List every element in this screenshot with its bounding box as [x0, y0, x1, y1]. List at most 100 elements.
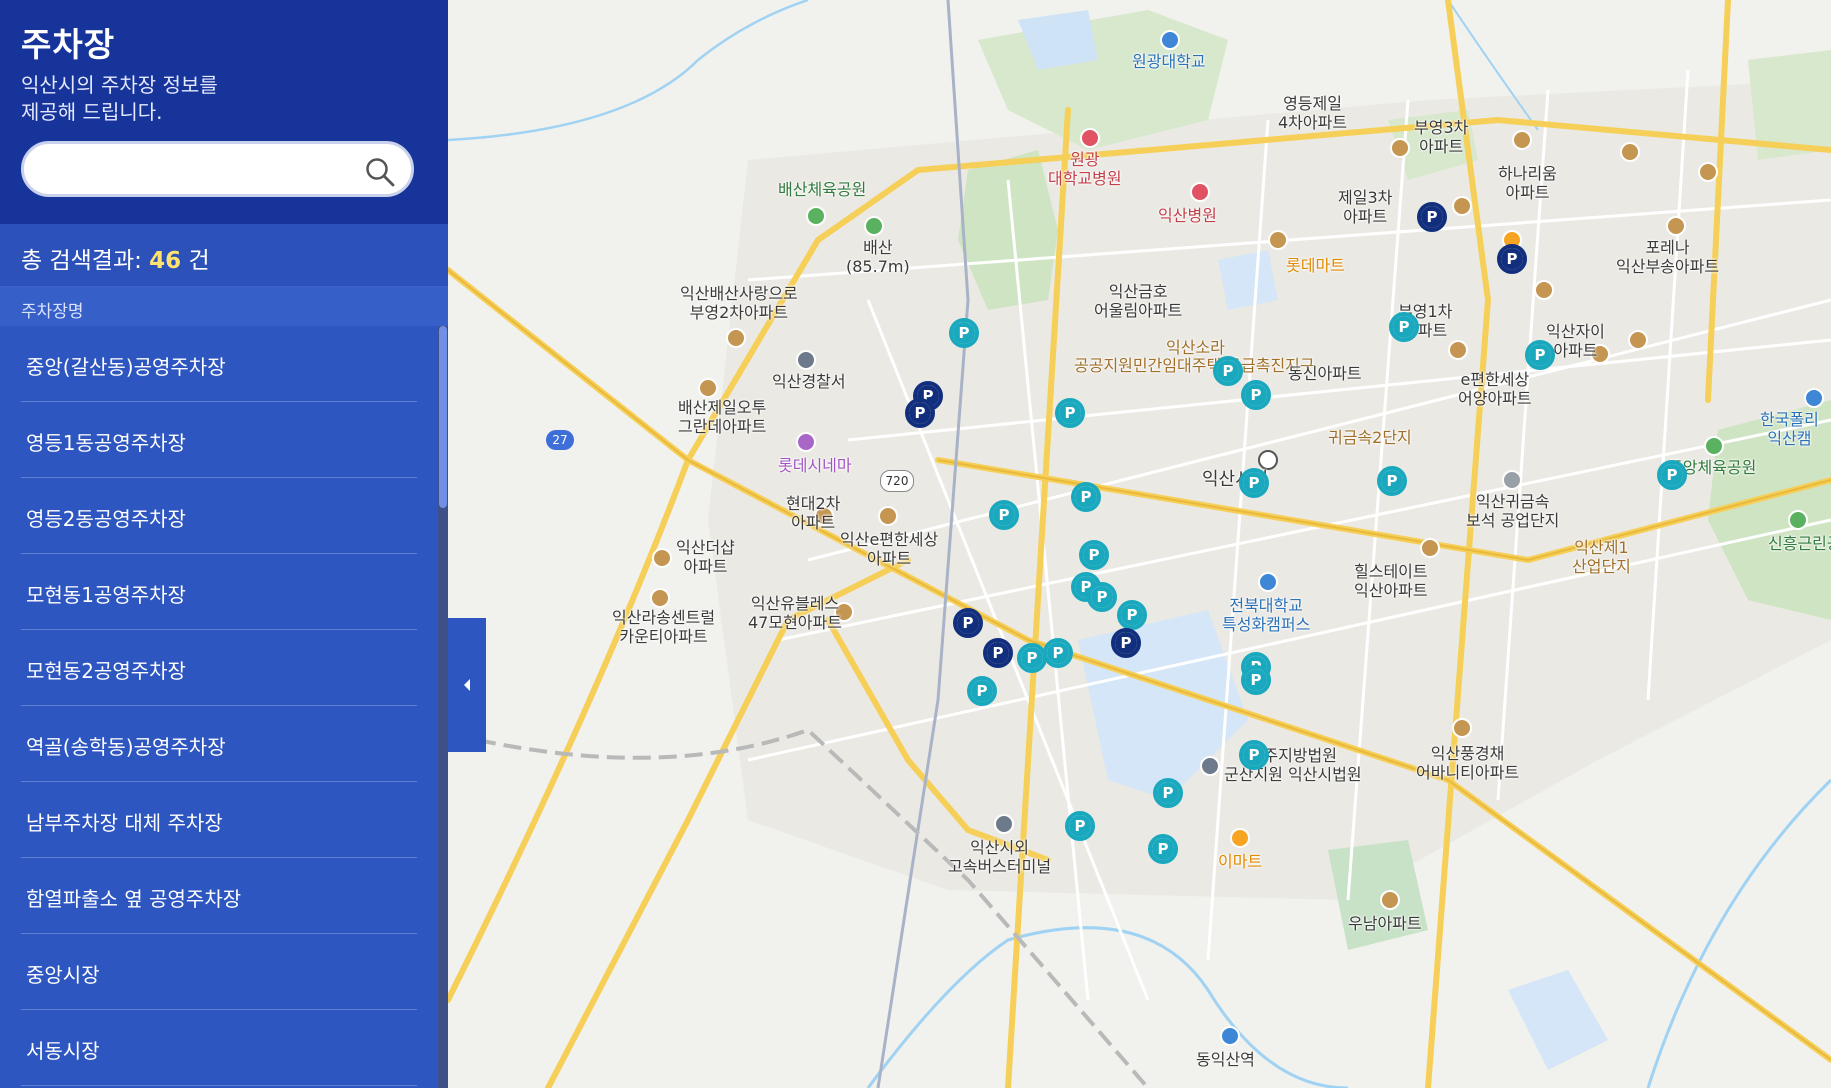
apartment-icon	[1452, 196, 1472, 216]
parking-marker[interactable]: P	[1213, 356, 1243, 386]
parking-marker[interactable]: P	[1071, 482, 1101, 512]
parking-marker[interactable]: P	[1241, 380, 1271, 410]
industrial-icon	[1502, 470, 1522, 490]
parking-marker[interactable]: P	[1065, 811, 1095, 841]
parking-marker[interactable]: P	[1148, 834, 1178, 864]
university-icon	[1160, 30, 1180, 50]
route-badge-720: 720	[880, 470, 914, 492]
map-label: 귀금속2단지	[1328, 428, 1412, 447]
map-label: 익산소라	[1166, 338, 1225, 357]
list-item-label: 영등1동공영주차장	[26, 431, 186, 455]
list-item[interactable]: 영등1동공영주차장	[21, 402, 417, 478]
parking-marker[interactable]: P	[953, 608, 983, 638]
parking-marker[interactable]: P	[1497, 244, 1527, 274]
map-label: 익산병원	[1158, 206, 1217, 225]
map-label: 배산제일오투 그란데아파트	[678, 398, 767, 436]
map-label: 현대2차 아파트	[786, 494, 841, 532]
map-label: 원광대학교	[1132, 52, 1206, 71]
map-label: 익산풍경채 어바니티아파트	[1416, 744, 1520, 782]
parking-marker[interactable]: P	[1239, 740, 1269, 770]
parking-marker[interactable]: P	[1087, 582, 1117, 612]
map-label: 익산금호 어울림아파트	[1094, 282, 1183, 320]
apartment-icon	[652, 548, 672, 568]
parking-marker[interactable]: P	[1241, 665, 1271, 695]
map-label: 배산체육공원	[778, 180, 867, 199]
map-label: 신흥근린공	[1768, 534, 1831, 553]
route-badge-27: 27	[546, 430, 574, 450]
list-item[interactable]: 역골(송학동)공영주차장	[21, 706, 417, 782]
list-scrollbar-thumb[interactable]	[439, 326, 447, 508]
list-item[interactable]: 남부주차장 대체 주차장	[21, 782, 417, 858]
apartment-icon	[1534, 280, 1554, 300]
mountain-icon	[864, 216, 884, 236]
parking-marker[interactable]: P	[1017, 643, 1047, 673]
result-suffix: 건	[181, 248, 210, 274]
university-icon	[1258, 572, 1278, 592]
hospital-icon	[1080, 128, 1100, 148]
map-view[interactable]: 27 720 원광대학교 원광 대학교병원 익산병원 배산체육공원 배산 (85…	[448, 0, 1831, 1088]
list-item[interactable]: 중앙(갈산동)공영주차장	[21, 326, 417, 402]
parking-marker[interactable]: P	[1117, 600, 1147, 630]
cinema-icon	[796, 432, 816, 452]
apartment-icon	[1452, 718, 1472, 738]
list-item-label: 함열파출소 옆 공영주차장	[26, 887, 242, 911]
search-input[interactable]	[44, 154, 368, 188]
map-label: 익산시외 고속버스터미널	[948, 838, 1052, 876]
map-label: 포레나 익산부송아파트	[1616, 238, 1720, 276]
parking-marker[interactable]: P	[1417, 202, 1447, 232]
apartment-icon	[650, 588, 670, 608]
apartment-icon	[698, 378, 718, 398]
parking-marker[interactable]: P	[1525, 340, 1555, 370]
map-label: 원광 대학교병원	[1048, 150, 1122, 188]
map-label: 하나리움 아파트	[1498, 164, 1557, 202]
parking-marker[interactable]: P	[983, 638, 1013, 668]
parking-marker[interactable]: P	[905, 398, 935, 428]
list-item-label: 역골(송학동)공영주차장	[26, 735, 226, 759]
list-item[interactable]: 모현동1공영주차장	[21, 554, 417, 630]
map-label: 동신아파트	[1288, 364, 1362, 383]
list-column-header: 주차장명	[0, 287, 448, 326]
park-icon	[1788, 510, 1808, 530]
map-label: 익산제1 산업단지	[1572, 538, 1631, 576]
list-item-label: 모현동1공영주차장	[26, 583, 186, 607]
apartment-icon	[1380, 890, 1400, 910]
list-item[interactable]: 서동시장	[21, 1010, 417, 1086]
parking-marker[interactable]: P	[1079, 540, 1109, 570]
map-label: 익산경찰서	[772, 372, 846, 391]
result-count: 46	[149, 248, 182, 274]
park-icon	[806, 206, 826, 226]
list-item[interactable]: 함열파출소 옆 공영주차장	[21, 858, 417, 934]
parking-marker[interactable]: P	[1111, 628, 1141, 658]
parking-marker[interactable]: P	[1043, 638, 1073, 668]
city-hall-icon	[1258, 450, 1278, 470]
parking-marker[interactable]: P	[1377, 466, 1407, 496]
apartment-icon	[878, 506, 898, 526]
list-item[interactable]: 중앙시장	[21, 934, 417, 1010]
search-icon[interactable]	[363, 155, 397, 189]
sidebar-collapse-button[interactable]	[448, 618, 486, 752]
list-item-label: 모현동2공영주차장	[26, 659, 186, 683]
parking-marker[interactable]: P	[1239, 468, 1269, 498]
apartment-icon	[1620, 142, 1640, 162]
parking-marker[interactable]: P	[989, 500, 1019, 530]
list-item[interactable]: 영등2동공영주차장	[21, 478, 417, 554]
chevron-left-icon	[464, 679, 470, 691]
parking-marker[interactable]: P	[967, 676, 997, 706]
column-header-label: 주차장명	[21, 302, 84, 322]
parking-marker[interactable]: P	[1153, 778, 1183, 808]
parking-marker[interactable]: P	[1055, 398, 1085, 428]
apartment-icon	[1698, 162, 1718, 182]
parking-marker[interactable]: P	[1657, 460, 1687, 490]
list-item[interactable]: 모현동2공영주차장	[21, 630, 417, 706]
map-label: 공공지원민간임대주택 공급촉진지구	[1074, 356, 1315, 375]
sidebar: 주차장 익산시의 주차장 정보를 제공해 드립니다. 총 검색결과: 46 건 …	[0, 0, 448, 1088]
map-label: 영등제일 4차아파트	[1278, 94, 1348, 132]
apartment-icon	[1666, 216, 1686, 236]
parking-marker[interactable]: P	[949, 318, 979, 348]
parking-marker[interactable]: P	[1389, 312, 1419, 342]
map-label: 배산 (85.7m)	[846, 238, 910, 276]
page-title: 주차장	[21, 25, 116, 64]
map-label: 익산배산사랑으로 부영2차아파트	[680, 284, 798, 322]
apartment-icon	[1448, 340, 1468, 360]
search-box	[21, 141, 414, 197]
